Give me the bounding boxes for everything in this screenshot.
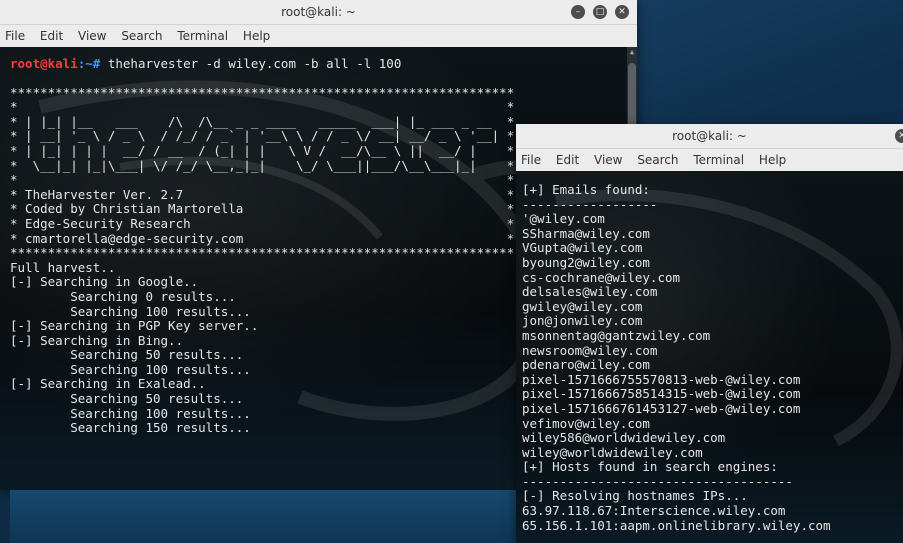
menu-bar: File Edit View Search Terminal Help	[0, 25, 637, 48]
close-icon[interactable]: ✕	[895, 129, 903, 143]
prompt-user: root@kali	[10, 56, 78, 71]
menu-edit[interactable]: Edit	[556, 153, 579, 167]
window-titlebar[interactable]: root@kali: ~ – □ ✕	[0, 0, 637, 25]
result-line: msonnentag@gantzwiley.com	[522, 327, 711, 343]
close-icon[interactable]: ✕	[615, 5, 629, 19]
menu-file[interactable]: File	[521, 153, 541, 167]
result-line: vefimov@wiley.com	[522, 415, 650, 431]
result-line: pixel-1571666755570813-web-@wiley.com	[522, 371, 801, 387]
result-line: cs-cochrane@wiley.com	[522, 269, 681, 285]
result-line: wiley586@worldwidewiley.com	[522, 430, 726, 446]
result-line: jon@jonwiley.com	[522, 313, 643, 329]
menu-view[interactable]: View	[78, 29, 106, 43]
result-line: [-] Resolving hostnames IPs...	[522, 488, 748, 504]
result-line: 63.97.118.67:Interscience.wiley.com	[522, 503, 786, 519]
window-title: root@kali: ~	[281, 5, 356, 19]
result-line: wiley@worldwidewiley.com	[522, 444, 703, 460]
menu-view[interactable]: View	[594, 153, 622, 167]
command-text: theharvester -d wiley.com -b all -l 100	[107, 56, 402, 71]
desktop-strip	[10, 490, 516, 543]
result-line: '@wiley.com	[522, 211, 605, 227]
result-line: delsales@wiley.com	[522, 284, 658, 300]
minimize-icon[interactable]: –	[571, 5, 585, 19]
menu-terminal[interactable]: Terminal	[693, 153, 744, 167]
result-line: ------------------	[522, 196, 658, 212]
menu-edit[interactable]: Edit	[40, 29, 63, 43]
result-line: pixel-1571666758514315-web-@wiley.com	[522, 386, 801, 402]
maximize-icon[interactable]: □	[593, 5, 607, 19]
result-line: gwiley@wiley.com	[522, 298, 643, 314]
menu-file[interactable]: File	[5, 29, 25, 43]
result-line: [+] Emails found:	[522, 182, 650, 197]
scroll-up-icon[interactable]: ▲	[627, 47, 637, 57]
terminal-window-secondary[interactable]: root@kali: ~ ✕ File Edit View Search Ter…	[516, 124, 903, 543]
menu-search[interactable]: Search	[637, 153, 678, 167]
prompt-path: :~#	[77, 56, 108, 71]
window-titlebar[interactable]: root@kali: ~ ✕	[516, 124, 903, 149]
result-line: newsroom@wiley.com	[522, 342, 658, 358]
email-results: [+] Emails found: ------------------ '@wil…	[522, 182, 903, 533]
result-line: ------------------------------------	[522, 473, 793, 489]
result-line: SSharma@wiley.com	[522, 225, 650, 241]
window-title: root@kali: ~	[672, 129, 747, 143]
menu-search[interactable]: Search	[121, 29, 162, 43]
menu-help[interactable]: Help	[759, 153, 786, 167]
result-line: pdenaro@wiley.com	[522, 357, 650, 373]
menu-bar: File Edit View Search Terminal Help	[516, 149, 903, 172]
result-line: byoung2@wiley.com	[522, 254, 650, 270]
menu-help[interactable]: Help	[243, 29, 270, 43]
result-line: [+] Hosts found in search engines:	[522, 459, 778, 475]
menu-terminal[interactable]: Terminal	[177, 29, 228, 43]
result-line: 65.156.1.101:aapm.onlinelibrary.wiley.co…	[522, 517, 831, 533]
result-line: pixel-1571666761453127-web-@wiley.com	[522, 400, 801, 416]
terminal-output-area[interactable]: [+] Emails found: ------------------ '@wil…	[516, 171, 903, 543]
result-line: VGupta@wiley.com	[522, 240, 643, 256]
command-line: root@kali:~# theharvester -d wiley.com -…	[10, 56, 637, 72]
